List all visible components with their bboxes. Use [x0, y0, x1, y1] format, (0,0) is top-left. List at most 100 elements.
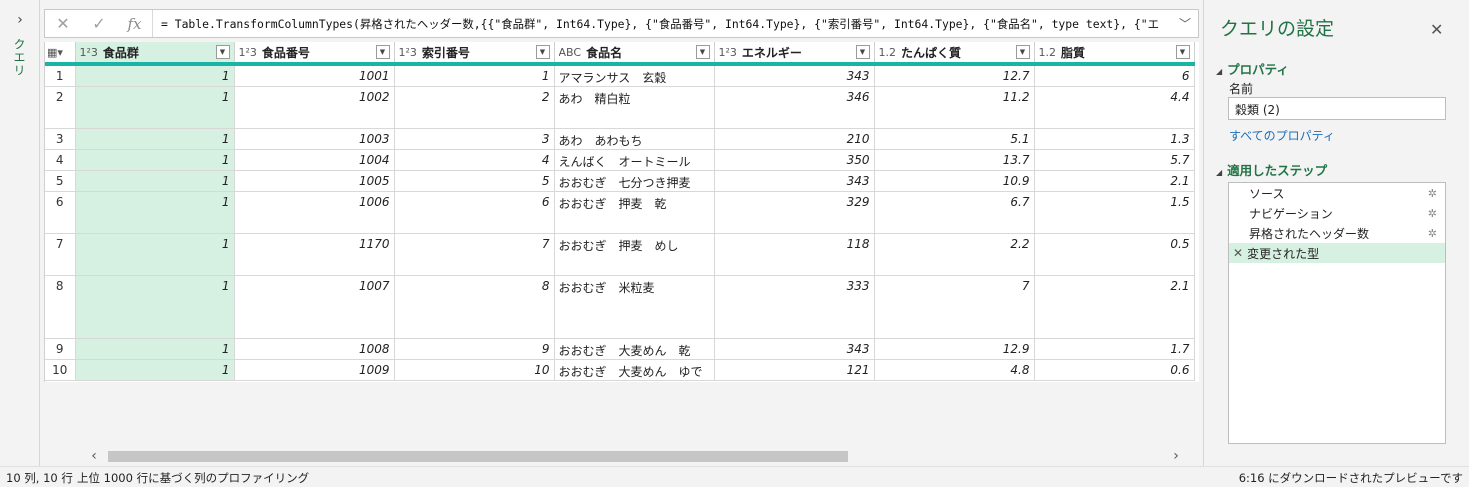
table-cell[interactable]: 1009 [234, 359, 395, 381]
table-cell[interactable]: 4.4 [1034, 86, 1195, 129]
column-profiling-status[interactable]: 上位 1000 行に基づく列のプロファイリング [77, 470, 309, 486]
row-number[interactable]: 2 [45, 86, 76, 129]
table-cell[interactable]: 1.5 [1034, 191, 1195, 234]
table-cell[interactable]: 1 [394, 64, 555, 87]
table-cell[interactable]: 4 [394, 149, 555, 171]
table-cell[interactable]: 210 [714, 128, 875, 150]
close-icon[interactable]: ✕ [1430, 20, 1443, 39]
table-cell[interactable]: 343 [714, 170, 875, 192]
table-cell[interactable]: 333 [714, 275, 875, 339]
table-cell[interactable]: 329 [714, 191, 875, 234]
expand-formula-chevron-icon[interactable]: ﹀ [1172, 15, 1198, 32]
table-cell[interactable]: アマランサス 玄穀 [554, 64, 715, 87]
table-cell[interactable]: 1 [75, 233, 235, 276]
column-header[interactable]: 1.2 たんぱく質 ▼ [874, 42, 1035, 66]
table-cell[interactable]: 1002 [234, 86, 395, 129]
expand-queries-icon[interactable]: › [12, 12, 28, 28]
type-icon[interactable]: 1.2 [879, 46, 897, 59]
column-header[interactable]: 1.2 脂質 ▼ [1034, 42, 1195, 66]
table-cell[interactable]: 1007 [234, 275, 395, 339]
table-cell[interactable]: 4.8 [874, 359, 1035, 381]
table-cell[interactable]: 2.1 [1034, 170, 1195, 192]
query-name-input[interactable]: 穀類 (2) [1228, 97, 1446, 120]
cancel-formula-icon[interactable]: ✕ [45, 10, 81, 37]
column-header[interactable]: 1²3 食品番号 ▼ [234, 42, 395, 66]
table-cell[interactable]: 121 [714, 359, 875, 381]
table-cell[interactable]: 343 [714, 338, 875, 360]
table-cell[interactable]: 13.7 [874, 149, 1035, 171]
formula-input[interactable]: = Table.TransformColumnTypes(昇格されたヘッダー数,… [153, 16, 1172, 32]
step-changed-type[interactable]: ✕ 変更された型 [1229, 243, 1445, 263]
table-cell[interactable]: 5 [394, 170, 555, 192]
table-cell[interactable]: 6 [1034, 64, 1195, 87]
table-cell[interactable]: おおむぎ 七分つき押麦 [554, 170, 715, 192]
gear-icon[interactable]: ✲ [1428, 227, 1437, 240]
table-cell[interactable]: おおむぎ 大麦めん 乾 [554, 338, 715, 360]
table-cell[interactable]: 7 [874, 275, 1035, 339]
table-menu-icon[interactable]: ▦▾ [45, 42, 76, 66]
step-source[interactable]: ソース ✲ [1229, 183, 1445, 203]
table-cell[interactable]: 1 [75, 359, 235, 381]
table-cell[interactable]: 1170 [234, 233, 395, 276]
table-cell[interactable]: 1001 [234, 64, 395, 87]
table-cell[interactable]: 1 [75, 275, 235, 339]
properties-section-header[interactable]: ◢ プロパティ [1216, 59, 1289, 78]
delete-step-icon[interactable]: ✕ [1233, 246, 1243, 260]
row-number[interactable]: 10 [45, 359, 76, 381]
table-cell[interactable]: 1005 [234, 170, 395, 192]
table-cell[interactable]: 12.7 [874, 64, 1035, 87]
column-header[interactable]: 1²3 食品群 ▼ [75, 42, 235, 66]
table-cell[interactable]: 1 [75, 86, 235, 129]
filter-dropdown-icon[interactable]: ▼ [215, 45, 230, 59]
scroll-right-icon[interactable]: › [1166, 448, 1186, 465]
table-cell[interactable]: 6 [394, 191, 555, 234]
table-cell[interactable]: 0.5 [1034, 233, 1195, 276]
table-cell[interactable]: 1.3 [1034, 128, 1195, 150]
column-header[interactable]: 1²3 索引番号 ▼ [394, 42, 555, 66]
row-number[interactable]: 1 [45, 64, 76, 87]
column-header[interactable]: ABC 食品名 ▼ [554, 42, 715, 66]
table-cell[interactable]: 10 [394, 359, 555, 381]
filter-dropdown-icon[interactable]: ▼ [375, 45, 390, 59]
type-icon[interactable]: 1²3 [399, 46, 417, 59]
row-number[interactable]: 9 [45, 338, 76, 360]
gear-icon[interactable]: ✲ [1428, 207, 1437, 220]
table-cell[interactable]: 8 [394, 275, 555, 339]
table-cell[interactable]: 0.6 [1034, 359, 1195, 381]
table-cell[interactable]: 1.7 [1034, 338, 1195, 360]
table-cell[interactable]: 2 [394, 86, 555, 129]
table-cell[interactable]: 1 [75, 149, 235, 171]
filter-dropdown-icon[interactable]: ▼ [855, 45, 870, 59]
table-cell[interactable]: 7 [394, 233, 555, 276]
type-icon[interactable]: 1²3 [239, 46, 257, 59]
table-cell[interactable]: 2.1 [1034, 275, 1195, 339]
filter-dropdown-icon[interactable]: ▼ [1015, 45, 1030, 59]
step-navigation[interactable]: ナビゲーション ✲ [1229, 203, 1445, 223]
row-number[interactable]: 5 [45, 170, 76, 192]
table-cell[interactable]: 6.7 [874, 191, 1035, 234]
table-cell[interactable]: 1 [75, 338, 235, 360]
table-cell[interactable]: 1006 [234, 191, 395, 234]
row-number[interactable]: 4 [45, 149, 76, 171]
type-icon[interactable]: 1.2 [1039, 46, 1057, 59]
table-cell[interactable]: おおむぎ 米粒麦 [554, 275, 715, 339]
table-cell[interactable]: おおむぎ 押麦 めし [554, 233, 715, 276]
filter-dropdown-icon[interactable]: ▼ [695, 45, 710, 59]
column-header[interactable]: 1²3 エネルギー ▼ [714, 42, 875, 66]
table-cell[interactable]: えんばく オートミール [554, 149, 715, 171]
table-cell[interactable]: 11.2 [874, 86, 1035, 129]
table-cell[interactable]: 343 [714, 64, 875, 87]
table-cell[interactable]: 1004 [234, 149, 395, 171]
table-cell[interactable]: あわ あわもち [554, 128, 715, 150]
table-cell[interactable]: 1 [75, 170, 235, 192]
scroll-left-icon[interactable]: ‹ [84, 448, 104, 465]
table-cell[interactable]: 10.9 [874, 170, 1035, 192]
row-number[interactable]: 7 [45, 233, 76, 276]
row-number[interactable]: 3 [45, 128, 76, 150]
queries-pane-label[interactable]: クエリ [11, 38, 28, 77]
table-cell[interactable]: おおむぎ 大麦めん ゆで [554, 359, 715, 381]
type-icon[interactable]: 1²3 [80, 46, 98, 59]
scrollbar-thumb[interactable] [108, 451, 848, 462]
table-cell[interactable]: 118 [714, 233, 875, 276]
table-cell[interactable]: 5.1 [874, 128, 1035, 150]
